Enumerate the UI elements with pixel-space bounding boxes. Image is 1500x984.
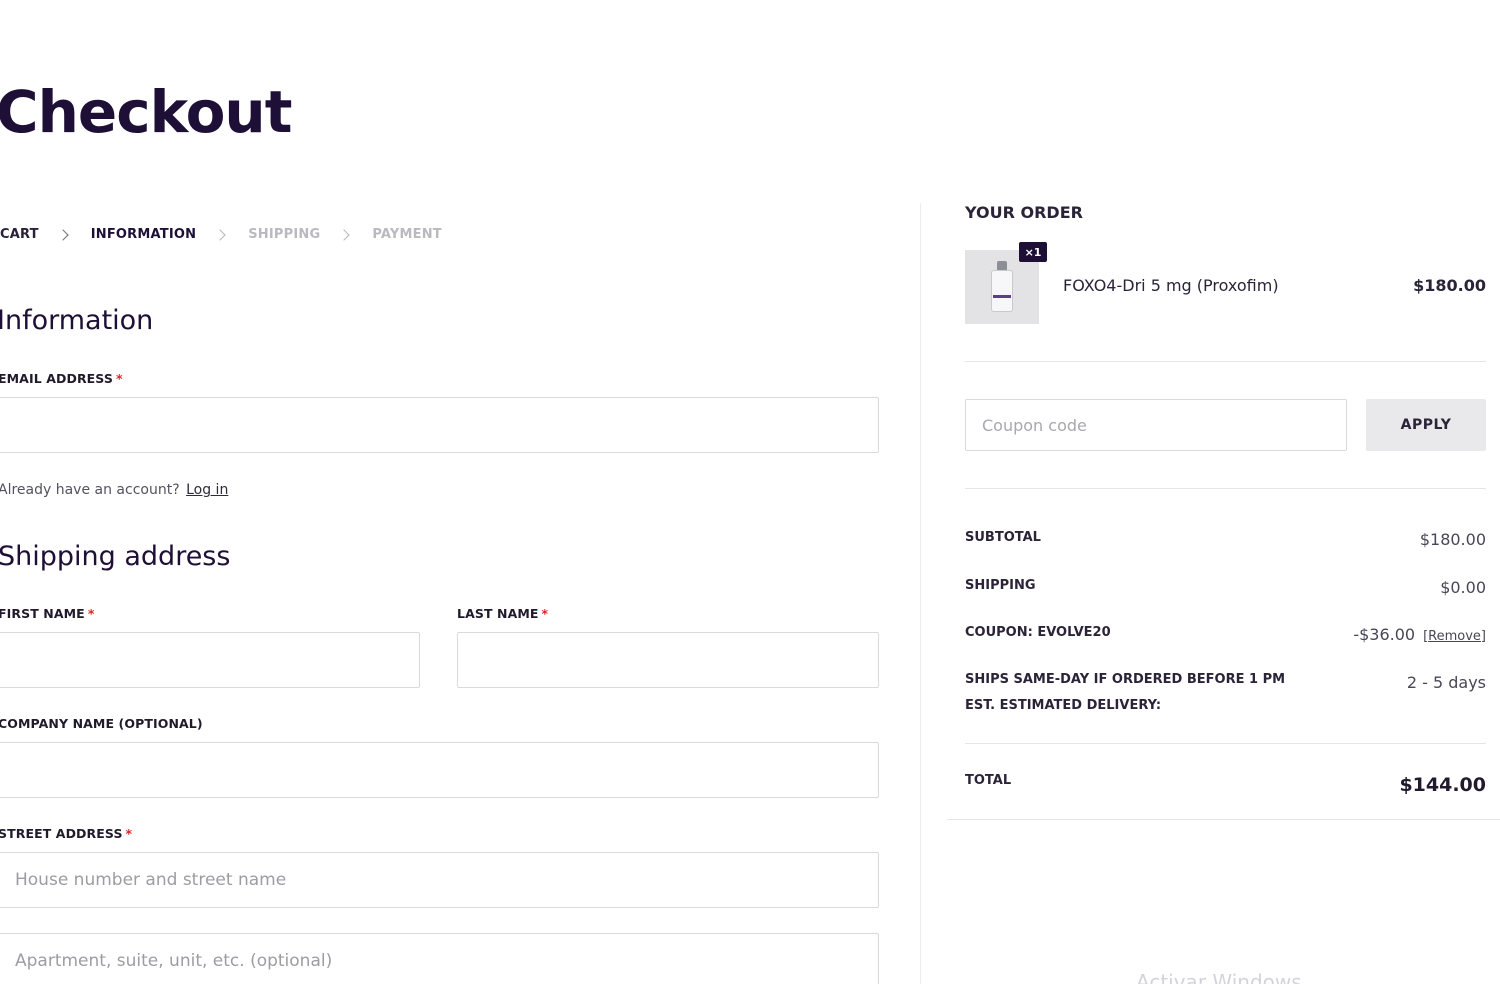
last-name-input[interactable] [458,633,878,687]
delivery-estimate: 2 - 5 days [1406,673,1486,692]
chevron-right-icon [214,228,226,241]
required-marker: * [541,606,549,621]
column-divider [920,203,921,984]
divider [965,488,1486,489]
coupon-discount: -$36.00 [Remove] [1353,625,1486,644]
first-name-input[interactable] [0,633,419,687]
chevron-right-icon [338,228,350,241]
product-name: FOXO4-Dri 5 mg (Proxofim) [1063,276,1279,295]
breadcrumb-cart[interactable]: CART [0,227,39,242]
company-field[interactable] [0,742,879,798]
last-name-label: LAST NAME * [457,606,549,621]
email-label: EMAIL ADDRESS * [0,371,123,386]
required-marker: * [125,826,133,841]
product-price: $180.00 [1413,276,1486,295]
company-label: COMPANY NAME (OPTIONAL) [0,716,203,731]
email-input[interactable] [0,398,878,452]
shipping-label: SHIPPING [965,578,1036,593]
first-name-field[interactable] [0,632,420,688]
breadcrumb-information: INFORMATION [90,227,197,242]
coupon-applied-label: COUPON: EVOLVE20 [965,625,1111,640]
street-input[interactable] [0,853,878,907]
divider [965,361,1486,362]
last-name-field[interactable] [457,632,879,688]
breadcrumb-payment: PAYMENT [372,227,442,242]
quantity-badge: ×1 [1019,242,1047,262]
page-title: Checkout [0,78,292,146]
shipping-address-heading: Shipping address [0,541,231,572]
account-note: Already have an account? Log in [0,482,229,498]
ship-note-line2: EST. ESTIMATED DELIVERY: [965,698,1162,713]
chevron-right-icon [57,228,69,241]
company-input[interactable] [0,743,878,797]
login-link[interactable]: Log in [186,482,228,498]
subtotal-value: $180.00 [1419,530,1486,549]
apartment-input[interactable] [0,934,878,984]
os-watermark: Activar Windows [1136,970,1302,984]
remove-coupon-link[interactable]: [Remove] [1423,629,1486,644]
ship-note-line1: SHIPS SAME-DAY IF ORDERED BEFORE 1 PM [965,672,1286,687]
vial-icon [989,261,1015,313]
total-value: $144.00 [1399,774,1486,796]
coupon-field[interactable] [965,399,1347,451]
street-field[interactable] [0,852,879,908]
street-label: STREET ADDRESS * [0,826,133,841]
order-panel-bottom [947,819,1500,820]
total-label: TOTAL [965,773,1012,788]
shipping-value: $0.00 [1440,578,1486,597]
apply-coupon-button[interactable]: APPLY [1366,399,1486,451]
coupon-input[interactable] [966,400,1346,450]
first-name-label: FIRST NAME * [0,606,95,621]
email-field[interactable] [0,397,879,453]
divider [965,743,1486,744]
breadcrumb-shipping: SHIPPING [248,227,321,242]
subtotal-label: SUBTOTAL [965,530,1041,545]
breadcrumb: CART INFORMATION SHIPPING PAYMENT [0,227,442,242]
information-heading: Information [0,305,154,336]
required-marker: * [87,606,95,621]
coupon-discount-value: -$36.00 [1353,625,1416,644]
apartment-field[interactable] [0,933,879,984]
order-heading: YOUR ORDER [965,203,1083,222]
required-marker: * [115,371,123,386]
